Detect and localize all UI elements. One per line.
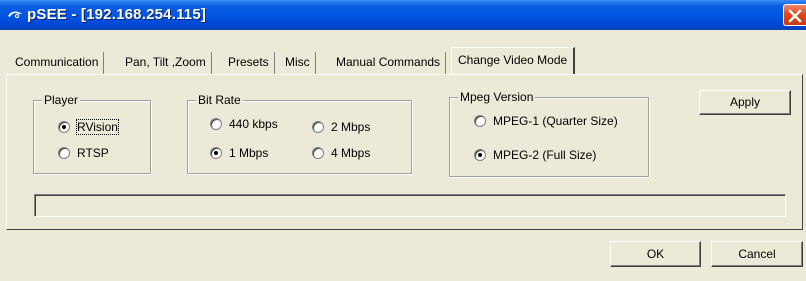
title-bar[interactable]: pSEE - [192.168.254.115] (0, 0, 806, 30)
tab-change-video-mode[interactable]: Change Video Mode (451, 47, 576, 74)
radio-unselected-icon (58, 147, 70, 159)
tab-presets[interactable]: Presets (223, 52, 275, 74)
bitrate-1mbps-label: 1 Mbps (229, 146, 269, 160)
bitrate-group: Bit Rate (187, 93, 412, 174)
mpeg1-label: MPEG-1 (Quarter Size) (493, 114, 618, 128)
radio-unselected-icon (210, 118, 222, 130)
bitrate-4mbps-label: 4 Mbps (331, 146, 371, 160)
app-eye-icon (8, 11, 22, 19)
player-rtsp-label: RTSP (77, 146, 109, 160)
bitrate-2mbps-label: 2 Mbps (331, 120, 371, 134)
mpeg2-label: MPEG-2 (Full Size) (493, 148, 597, 162)
dialog-window: pSEE - [192.168.254.115] Communication P… (0, 0, 806, 281)
radio-selected-icon (474, 149, 486, 161)
player-group: Player (33, 93, 151, 174)
radio-selected-icon (210, 147, 222, 159)
player-group-label: Player (42, 93, 81, 107)
player-rvision-label: RVision (76, 119, 119, 135)
mpeg-version-group: Mpeg Version (449, 90, 649, 177)
tab-misc[interactable]: Misc (280, 52, 316, 74)
radio-unselected-icon (312, 121, 324, 133)
apply-button[interactable]: Apply (699, 90, 791, 115)
cancel-button[interactable]: Cancel (711, 241, 803, 267)
mpeg-version-group-label: Mpeg Version (458, 90, 536, 104)
window-title: pSEE - [192.168.254.115] (27, 6, 207, 23)
radio-selected-icon (58, 121, 70, 133)
ok-button[interactable]: OK (610, 241, 701, 267)
status-box (34, 194, 786, 217)
tab-communication[interactable]: Communication (10, 52, 105, 74)
bitrate-440kbps-label: 440 kbps (229, 117, 278, 131)
bitrate-group-label: Bit Rate (196, 93, 243, 107)
radio-unselected-icon (312, 147, 324, 159)
close-icon (788, 9, 802, 23)
tab-manual-commands[interactable]: Manual Commands (331, 52, 447, 74)
radio-unselected-icon (474, 115, 486, 127)
close-button[interactable] (783, 4, 806, 26)
tab-pan-tilt-zoom[interactable]: Pan, Tilt ,Zoom (120, 52, 212, 74)
